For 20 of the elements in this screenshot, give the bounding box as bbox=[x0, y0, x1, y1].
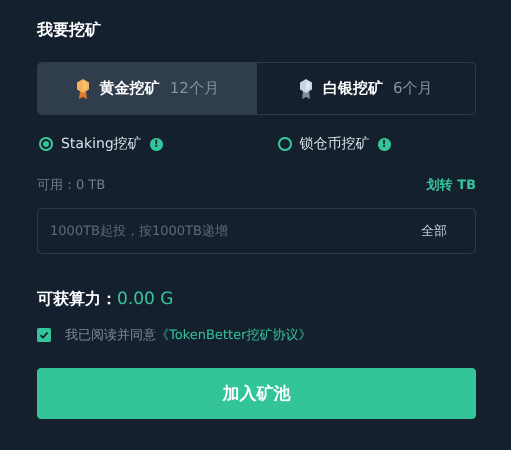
info-icon[interactable]: ! bbox=[378, 138, 390, 150]
medal-icon bbox=[298, 78, 313, 100]
radio-button[interactable] bbox=[278, 137, 292, 151]
power-value: 0.00 G bbox=[117, 289, 174, 309]
radio-label[interactable]: 锁仓币挖矿 bbox=[300, 135, 370, 153]
plan-tab[interactable]: 白银挖矿 6个月 bbox=[256, 63, 475, 114]
agreement-text: 我已阅读并同意 bbox=[65, 327, 156, 344]
power-label: 可获算力： bbox=[37, 288, 117, 310]
transfer-link[interactable]: 划转 TB bbox=[426, 176, 476, 194]
amount-field[interactable]: 1000TB起投，按1000TB递增 全部 bbox=[37, 208, 476, 254]
medal-icon bbox=[76, 78, 90, 100]
plan-tab[interactable]: 黄金挖矿 12个月 bbox=[38, 63, 256, 114]
section-title: 我要挖矿 bbox=[37, 20, 102, 41]
agreement-link[interactable]: 《TokenBetter挖矿协议》 bbox=[156, 326, 312, 344]
all-button[interactable]: 全部 bbox=[401, 218, 467, 244]
checkbox[interactable] bbox=[37, 328, 51, 342]
radio-button[interactable] bbox=[39, 137, 53, 151]
info-icon[interactable]: ! bbox=[150, 138, 163, 150]
radio-label[interactable]: Staking挖矿 bbox=[61, 135, 142, 153]
available-balance: 可用：0 TB bbox=[37, 177, 106, 194]
